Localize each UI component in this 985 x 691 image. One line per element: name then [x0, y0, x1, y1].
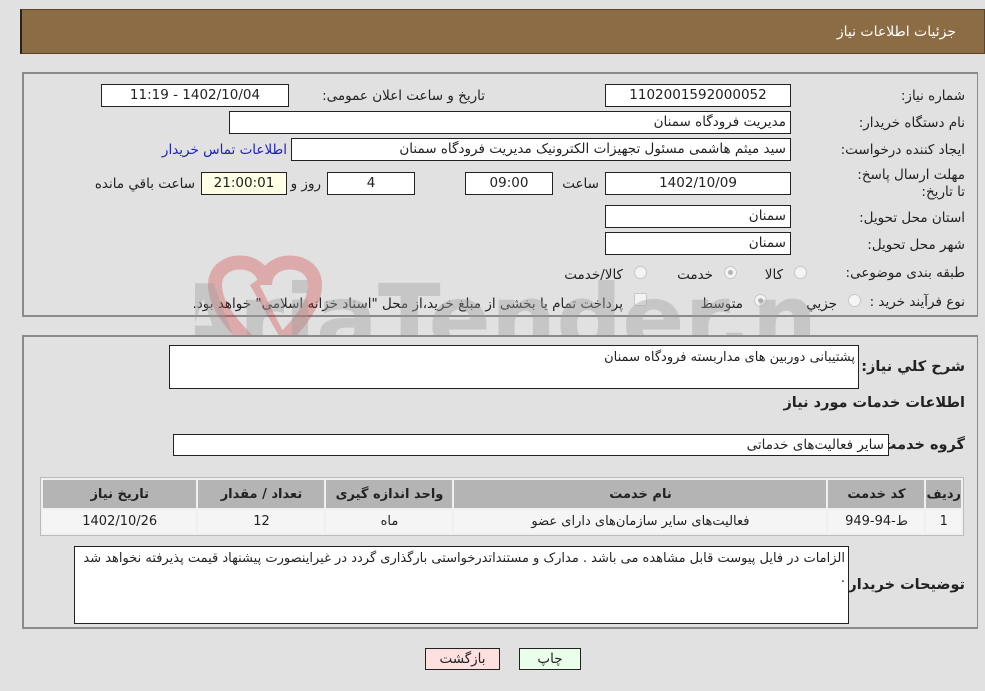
- cell-quantity: 12: [198, 510, 325, 533]
- need-number-label: شماره نیاز:: [900, 88, 965, 104]
- cell-service-code: ط-94-949: [828, 510, 925, 533]
- buyer-org-label: نام دستگاه خریدار:: [858, 115, 965, 131]
- category-radio-service[interactable]: [724, 266, 737, 279]
- purchase-type-radio-minor[interactable]: [848, 294, 861, 307]
- purchase-type-label: نوع فرآیند خرید :: [869, 294, 965, 310]
- col-quantity: تعداد / مقدار: [198, 480, 325, 508]
- need-number-field: 1102001592000052: [605, 84, 791, 107]
- deadline-time-label: ساعت: [562, 176, 599, 192]
- requester-field: سید میثم هاشمی مسئول تجهیزات الکترونیک م…: [291, 138, 791, 161]
- purchase-type-option-minor: جزيي: [806, 296, 837, 312]
- col-need-date: تاریخ نیاز: [43, 480, 197, 508]
- service-group-label: گروه خدمت:: [875, 437, 965, 453]
- back-button[interactable]: بازگشت: [425, 648, 500, 670]
- page-title: جزئیات اطلاعات نیاز: [836, 23, 956, 40]
- treasury-note: پرداخت تمام یا بخشی از مبلغ خرید،از محل …: [192, 296, 623, 312]
- col-service-code: کد خدمت: [828, 480, 925, 508]
- service-group-field: سایر فعالیت‌های خدماتی: [173, 434, 889, 456]
- province-field: سمنان: [605, 205, 791, 228]
- col-service-name: نام خدمت: [454, 480, 827, 508]
- general-info-panel: شماره نیاز: 1102001592000052 تاریخ و ساع…: [22, 72, 978, 317]
- days-label: روز و: [290, 176, 321, 192]
- summary-textarea[interactable]: پشتیبانی دوربین های مداربسته فرودگاه سمن…: [169, 345, 859, 389]
- services-heading: اطلاعات خدمات مورد نیاز: [783, 395, 965, 411]
- cell-need-date: 1402/10/26: [43, 510, 197, 533]
- col-unit: واحد اندازه گیری: [326, 480, 453, 508]
- cell-service-name: فعالیت‌های سایر سازمان‌های دارای عضو: [454, 510, 827, 533]
- category-radio-goods-service[interactable]: [634, 266, 647, 279]
- announce-datetime-field: 1402/10/04 - 11:19: [101, 84, 289, 107]
- buyer-notes-textarea[interactable]: الزامات در فایل پیوست قابل مشاهده می باش…: [74, 546, 849, 624]
- category-option-goods-service: کالا/خدمت: [564, 267, 623, 283]
- announce-datetime-label: تاریخ و ساعت اعلان عمومی:: [322, 88, 485, 104]
- treasury-checkbox[interactable]: [634, 293, 647, 306]
- province-label: استان محل تحویل:: [859, 210, 965, 226]
- buyer-notes-label: توضیحات خریدار:: [842, 577, 965, 593]
- summary-label: شرح کلي نیاز:: [861, 359, 965, 375]
- buyer-org-field: مدیریت فرودگاه سمنان: [229, 111, 791, 134]
- purchase-type-option-medium: متوسط: [700, 296, 743, 312]
- page-header: جزئیات اطلاعات نیاز: [20, 9, 985, 54]
- deadline-label: مهلت ارسال پاسخ: تا تاریخ:: [857, 167, 965, 200]
- category-option-service: خدمت: [677, 267, 713, 283]
- deadline-date-field: 1402/10/09: [605, 172, 791, 195]
- deadline-time-field: 09:00: [465, 172, 553, 195]
- col-row-number: ردیف: [926, 480, 961, 508]
- services-table: ردیف کد خدمت نام خدمت واحد اندازه گیری ت…: [40, 477, 964, 536]
- purchase-type-radio-medium[interactable]: [754, 294, 767, 307]
- time-remaining-label: ساعت باقي مانده: [94, 176, 195, 192]
- print-button[interactable]: چاپ: [519, 648, 581, 670]
- time-remaining-field: 21:00:01: [201, 172, 287, 195]
- category-option-goods: کالا: [764, 267, 783, 283]
- requester-label: ایجاد کننده درخواست:: [840, 142, 965, 158]
- table-header-row: ردیف کد خدمت نام خدمت واحد اندازه گیری ت…: [43, 480, 961, 508]
- cell-unit: ماه: [326, 510, 453, 533]
- details-panel: شرح کلي نیاز: پشتیبانی دوربین های مداربس…: [22, 335, 978, 629]
- buyer-contact-link[interactable]: اطلاعات تماس خریدار: [162, 142, 287, 158]
- city-field: سمنان: [605, 232, 791, 255]
- city-label: شهر محل تحویل:: [867, 237, 965, 253]
- cell-row-number: 1: [926, 510, 961, 533]
- table-row: 1 ط-94-949 فعالیت‌های سایر سازمان‌های دا…: [43, 510, 961, 533]
- days-remaining-field: 4: [327, 172, 415, 195]
- category-label: طبقه بندی موضوعی:: [845, 265, 965, 281]
- category-radio-goods[interactable]: [794, 266, 807, 279]
